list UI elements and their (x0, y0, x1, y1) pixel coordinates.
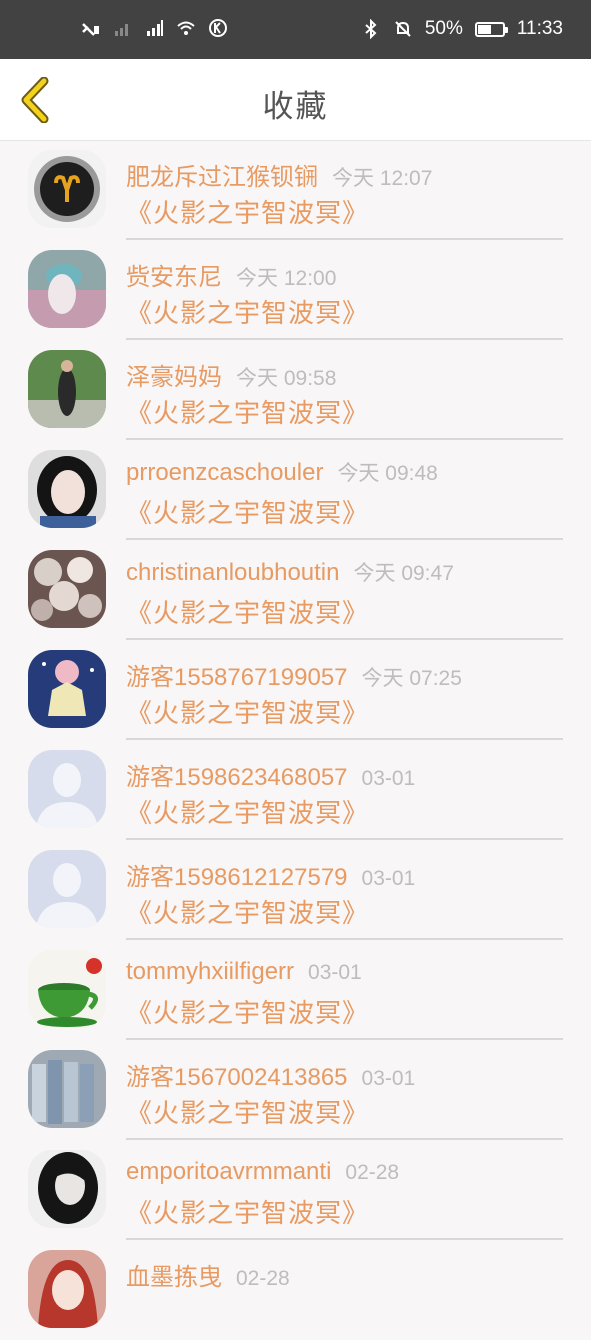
signal-4g-icon (147, 20, 163, 36)
avatar[interactable] (28, 1250, 106, 1328)
item-meta: 游客1598623468057 03-01 (126, 757, 415, 792)
avatar[interactable] (28, 250, 106, 328)
user-name: prroenzcaschouler (126, 459, 324, 486)
teacup-avatar-icon (28, 950, 106, 1028)
anime-avatar-icon (28, 1250, 106, 1328)
user-name: 血墨拣曳 (126, 1264, 222, 1291)
list-item[interactable]: 游客1598623468057 03-01 《火影之宇智波冥》 (0, 740, 591, 840)
list-item[interactable]: 游客1567002413865 03-01 《火影之宇智波冥》 (0, 1040, 591, 1140)
book-title[interactable]: 《火影之宇智波冥》 (126, 193, 369, 230)
book-title[interactable]: 《火影之宇智波冥》 (126, 893, 369, 930)
item-meta: 肥龙斥过江猴钡锎 今天 12:07 (126, 157, 432, 192)
book-title[interactable]: 《火影之宇智波冥》 (126, 293, 369, 330)
status-bar-left (80, 18, 228, 38)
aries-avatar-icon (28, 150, 106, 228)
battery-percent: 50% (424, 18, 463, 39)
list-item[interactable]: 游客1598612127579 03-01 《火影之宇智波冥》 (0, 840, 591, 940)
anime-avatar-icon (28, 650, 106, 728)
avatar[interactable] (28, 350, 106, 428)
status-bar-right: 50% 11:33 (361, 18, 563, 40)
item-meta: christinanloubhoutin 今天 09:47 (126, 557, 454, 587)
call-muted-icon (82, 23, 99, 36)
photo-avatar-icon (28, 1150, 106, 1228)
item-time: 02-28 (345, 1161, 400, 1184)
clothes-avatar-icon (28, 1050, 106, 1128)
user-name: 游客1567002413865 (126, 1064, 348, 1091)
item-meta: 游客1567002413865 03-01 (126, 1057, 415, 1092)
item-meta: 游客1598612127579 03-01 (126, 857, 415, 892)
item-time: 03-01 (361, 767, 416, 790)
status-bar: 50% 11:33 (0, 0, 591, 59)
header-bar: 收藏 (0, 59, 591, 141)
clock: 11:33 (516, 18, 563, 39)
item-time: 03-01 (361, 1067, 416, 1090)
avatar[interactable] (28, 750, 106, 828)
list-item[interactable]: 肥龙斥过江猴钡锎 今天 12:07 《火影之宇智波冥》 (0, 140, 591, 240)
item-time: 今天 12:07 (332, 167, 433, 190)
avatar[interactable] (28, 150, 106, 228)
default-user-avatar-icon (28, 750, 106, 828)
photo-avatar-icon (28, 450, 106, 528)
user-name: 游客1598612127579 (126, 864, 348, 891)
list-item[interactable]: 赀安东尼 今天 12:00 《火影之宇智波冥》 (0, 240, 591, 340)
user-name: christinanloubhoutin (126, 559, 340, 586)
list-item[interactable]: tommyhxiilfigerr 03-01 《火影之宇智波冥》 (0, 940, 591, 1040)
list-item[interactable]: 游客1558767199057 今天 07:25 《火影之宇智波冥》 (0, 640, 591, 740)
item-time: 02-28 (236, 1267, 290, 1290)
book-title[interactable]: 《火影之宇智波冥》 (126, 593, 369, 630)
book-title[interactable]: 《火影之宇智波冥》 (126, 793, 369, 830)
list-item[interactable]: emporitoavrmmanti 02-28 《火影之宇智波冥》 (0, 1140, 591, 1240)
photo-avatar-icon (28, 550, 106, 628)
user-name: 赀安东尼 (126, 264, 222, 291)
bluetooth-icon (365, 19, 377, 39)
item-meta: 游客1558767199057 今天 07:25 (126, 657, 462, 692)
photo-avatar-icon (28, 350, 106, 428)
user-name: tommyhxiilfigerr (126, 958, 295, 985)
item-time: 03-01 (308, 961, 362, 984)
list-item[interactable]: prroenzcaschouler 今天 09:48 《火影之宇智波冥》 (0, 440, 591, 540)
user-name: 泽豪妈妈 (126, 364, 222, 391)
item-meta: 血墨拣曳 02-28 (126, 1257, 290, 1292)
photo-avatar-icon (28, 250, 106, 328)
book-title[interactable]: 《火影之宇智波冥》 (126, 1193, 369, 1230)
wifi-icon (177, 21, 195, 35)
user-name: 游客1598623468057 (126, 764, 348, 791)
item-time: 今天 09:47 (353, 562, 454, 585)
book-title[interactable]: 《火影之宇智波冥》 (126, 993, 369, 1030)
book-title[interactable]: 《火影之宇智波冥》 (126, 493, 369, 530)
list-item[interactable]: christinanloubhoutin 今天 09:47 《火影之宇智波冥》 (0, 540, 591, 640)
user-name: 游客1558767199057 (126, 664, 348, 691)
battery-icon (474, 21, 508, 37)
favorites-list: 肥龙斥过江猴钡锎 今天 12:07 《火影之宇智波冥》 赀安东尼 今天 12:00 … (0, 140, 591, 1340)
avatar[interactable] (28, 650, 106, 728)
book-title[interactable]: 《火影之宇智波冥》 (126, 693, 369, 730)
item-time: 今天 07:25 (361, 667, 462, 690)
list-item[interactable]: 血墨拣曳 02-28 (0, 1240, 591, 1340)
avatar[interactable] (28, 550, 106, 628)
page-title: 收藏 (262, 89, 329, 125)
avatar[interactable] (28, 1050, 106, 1128)
item-time: 今天 09:58 (236, 367, 337, 390)
bell-muted-icon (395, 21, 411, 37)
user-name: 肥龙斥过江猴钡锎 (126, 164, 318, 191)
item-time: 今天 12:00 (236, 267, 337, 290)
default-user-avatar-icon (28, 850, 106, 928)
item-time: 今天 09:48 (337, 462, 438, 485)
avatar[interactable] (28, 850, 106, 928)
list-item[interactable]: 泽豪妈妈 今天 09:58 《火影之宇智波冥》 (0, 340, 591, 440)
book-title[interactable]: 《火影之宇智波冥》 (126, 393, 369, 430)
signal-sim1-icon (115, 24, 128, 36)
avatar[interactable] (28, 950, 106, 1028)
user-name: emporitoavrmmanti (126, 1158, 332, 1185)
item-meta: 赀安东尼 今天 12:00 (126, 257, 336, 292)
k-badge-icon (209, 19, 227, 37)
item-meta: tommyhxiilfigerr 03-01 (126, 957, 362, 986)
item-meta: prroenzcaschouler 今天 09:48 (126, 457, 438, 487)
item-meta: emporitoavrmmanti 02-28 (126, 1157, 399, 1186)
avatar[interactable] (28, 450, 106, 528)
book-title[interactable]: 《火影之宇智波冥》 (126, 1093, 369, 1130)
avatar[interactable] (28, 1150, 106, 1228)
item-meta: 泽豪妈妈 今天 09:58 (126, 357, 336, 392)
item-time: 03-01 (361, 867, 416, 890)
